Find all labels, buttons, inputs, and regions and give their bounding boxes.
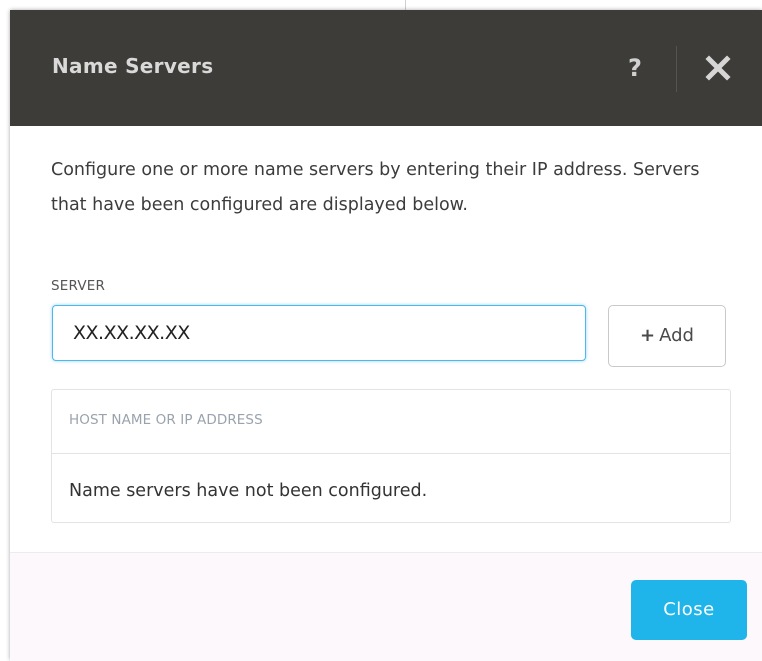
- column-header-host: HOST NAME OR IP ADDRESS: [69, 412, 263, 428]
- dialog-footer: Close: [10, 552, 762, 661]
- header-divider: [676, 46, 677, 92]
- dialog-body: Configure one or more name servers by en…: [10, 126, 762, 552]
- dialog-title: Name Servers: [52, 54, 214, 78]
- server-field-label: SERVER: [51, 278, 106, 294]
- table-header: HOST NAME OR IP ADDRESS: [52, 390, 730, 454]
- close-icon: [705, 55, 731, 81]
- help-button[interactable]: ?: [620, 50, 650, 86]
- close-dialog-button[interactable]: [698, 50, 738, 86]
- table-empty-message: Name servers have not been configured.: [69, 481, 428, 501]
- name-servers-table: HOST NAME OR IP ADDRESS Name servers hav…: [51, 389, 731, 523]
- add-button-label: Add: [659, 325, 694, 346]
- dialog-header: Name Servers ?: [10, 10, 762, 126]
- background-divider: [405, 0, 406, 10]
- add-server-button[interactable]: + Add: [608, 305, 726, 367]
- plus-icon: +: [640, 325, 656, 346]
- server-input[interactable]: [52, 305, 586, 361]
- name-servers-dialog: Name Servers ? Configure one or more nam…: [10, 10, 762, 661]
- close-button[interactable]: Close: [631, 580, 747, 640]
- dialog-description: Configure one or more name servers by en…: [51, 160, 700, 215]
